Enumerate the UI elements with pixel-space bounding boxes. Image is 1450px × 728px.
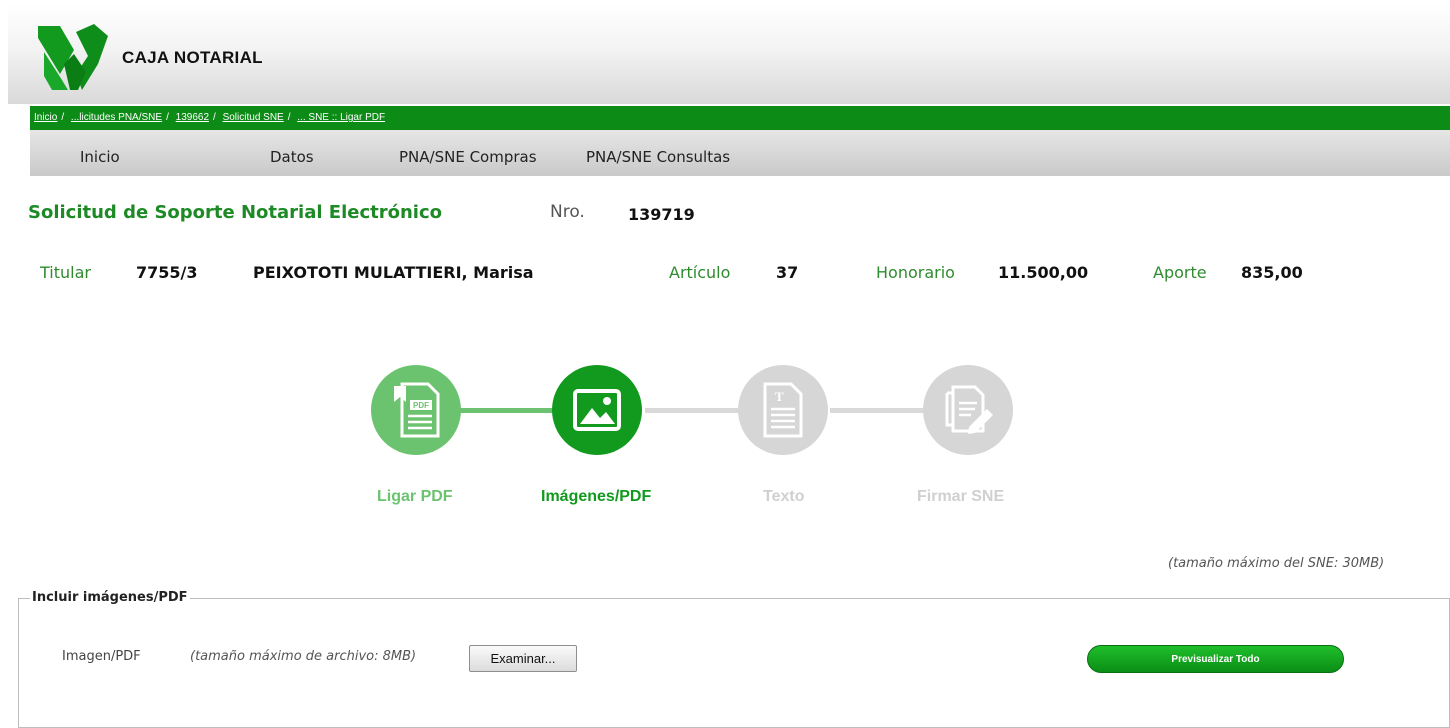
image-pdf-label: Imagen/PDF	[62, 649, 141, 664]
step-label-firmar-sne: Firmar SNE	[917, 488, 1005, 505]
text-document-icon: T	[763, 382, 803, 438]
preview-all-button[interactable]: Previsualizar Todo	[1087, 645, 1344, 673]
breadcrumb: Inicio / ...licitudes PNA/SNE/ 139662/ So…	[30, 106, 1450, 130]
main-menu: Inicio Datos PNA/SNE Compras PNA/SNE Con…	[30, 130, 1450, 176]
breadcrumb-link-id[interactable]: 139662	[176, 112, 209, 123]
breadcrumb-link-current[interactable]: ... SNE :: Ligar PDF	[297, 112, 385, 123]
articulo-label: Artículo	[669, 263, 731, 282]
step-label-imagenes-pdf: Imágenes/PDF	[541, 488, 652, 505]
titular-name: PEIXOTOTI MULATTIERI, Marisa	[253, 263, 534, 282]
file-size-hint: (tamaño máximo de archivo: 8MB)	[190, 649, 417, 664]
menu-item-consultas[interactable]: PNA/SNE Consultas	[586, 148, 730, 166]
caja-notarial-logo-icon	[38, 24, 108, 90]
aporte-value: 835,00	[1241, 263, 1303, 282]
menu-item-datos[interactable]: Datos	[270, 148, 314, 166]
header: CAJA NOTARIAL	[8, 4, 1450, 104]
breadcrumb-link-solicitudes[interactable]: ...licitudes PNA/SNE	[71, 112, 162, 123]
nro-value: 139719	[628, 205, 695, 224]
titular-code: 7755/3	[136, 263, 198, 282]
svg-text:PDF: PDF	[413, 401, 429, 410]
sign-document-icon	[945, 385, 993, 434]
step-connector-3	[830, 408, 930, 413]
step-texto[interactable]: T	[738, 365, 828, 455]
upload-legend: Incluir imágenes/PDF	[30, 590, 190, 605]
pdf-document-icon: PDF	[394, 382, 440, 438]
svg-text:T: T	[775, 389, 784, 404]
step-label-ligar-pdf: Ligar PDF	[377, 488, 453, 505]
step-firmar-sne[interactable]	[923, 365, 1013, 455]
step-imagenes-pdf[interactable]	[552, 365, 642, 455]
nro-label: Nro.	[550, 202, 585, 222]
honorario-value: 11.500,00	[998, 263, 1089, 282]
brand-name: CAJA NOTARIAL	[122, 48, 263, 67]
page-title: Solicitud de Soporte Notarial Electrónic…	[28, 202, 442, 223]
step-ligar-pdf[interactable]: PDF	[371, 365, 461, 455]
step-label-texto: Texto	[763, 488, 805, 505]
breadcrumb-link-inicio[interactable]: Inicio	[34, 112, 57, 123]
breadcrumb-link-solicitud-sne[interactable]: Solicitud SNE	[223, 112, 284, 123]
max-size-note: (tamaño máximo del SNE: 30MB)	[1168, 556, 1385, 571]
browse-button[interactable]: Examinar...	[469, 645, 577, 672]
honorario-label: Honorario	[876, 263, 955, 282]
menu-item-compras[interactable]: PNA/SNE Compras	[399, 148, 537, 166]
step-connector-1	[455, 408, 555, 413]
image-icon	[573, 389, 621, 431]
menu-item-inicio[interactable]: Inicio	[80, 148, 120, 166]
step-connector-2	[645, 408, 745, 413]
titular-label: Titular	[40, 263, 91, 282]
articulo-value: 37	[776, 263, 799, 282]
aporte-label: Aporte	[1153, 263, 1207, 282]
